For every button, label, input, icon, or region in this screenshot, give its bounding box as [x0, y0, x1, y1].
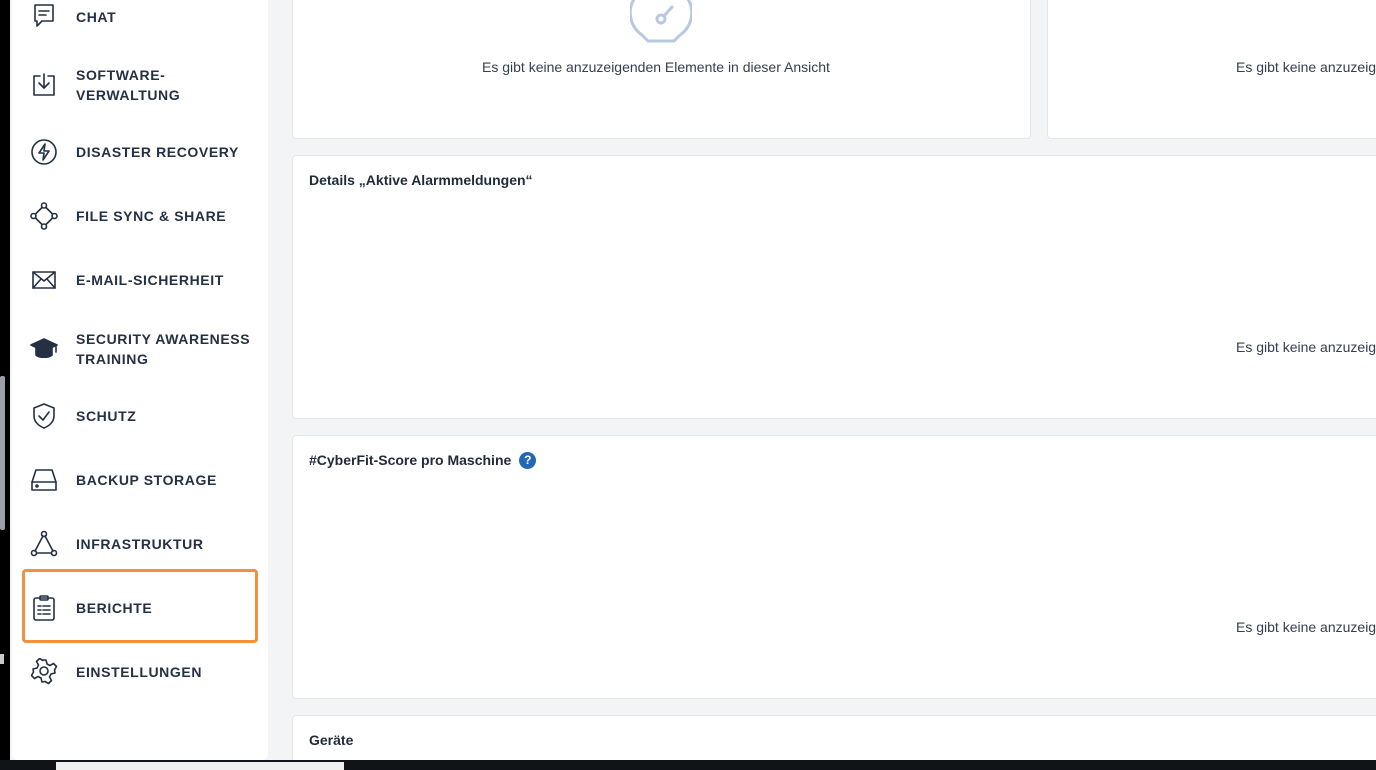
sidebar-item-einstellungen[interactable]: EINSTELLUNGEN — [12, 650, 268, 694]
sidebar-item-software-verwaltung[interactable]: SOFTWARE- VERWALTUNG — [12, 60, 268, 110]
taskbar-item[interactable] — [56, 762, 344, 770]
sidebar-item-security-awareness-training[interactable]: SECURITY AWARENESS TRAINING — [12, 324, 268, 374]
chat-icon — [30, 3, 58, 31]
window-edge-scrollbar[interactable] — [0, 376, 5, 530]
widget-card-active-alarms: Details „Aktive Alarmmeldungen“ Es gibt … — [292, 155, 1376, 419]
empty-state-text: Es gibt keine anzuzeig — [1236, 59, 1376, 75]
sidebar-item-label-line2: VERWALTUNG — [76, 87, 181, 103]
card-title-wrapper: #CyberFit-Score pro Maschine? — [309, 451, 537, 470]
sidebar-item-label-line2: TRAINING — [76, 351, 149, 367]
empty-state-text: Es gibt keine anzuzeigenden Elemente in … — [482, 59, 830, 75]
app-window: CHAT SOFTWARE- VERWALTUNG DISASTER RECOV… — [10, 0, 1376, 760]
sidebar-item-label: DISASTER RECOVERY — [76, 144, 239, 160]
drive-icon — [30, 466, 58, 494]
sidebar-item-chat[interactable]: CHAT — [12, 0, 268, 34]
widget-card-top-left: Es gibt keine anzuzeigenden Elemente in … — [292, 0, 1031, 139]
dashboard-content: Es gibt keine anzuzeigenden Elemente in … — [268, 0, 1376, 760]
sidebar-item-e-mail-sicherheit[interactable]: E-MAIL-SICHERHEIT — [12, 258, 268, 302]
help-icon[interactable]: ? — [519, 451, 537, 469]
card-title: Details „Aktive Alarmmeldungen“ — [309, 172, 533, 188]
card-title: #CyberFit-Score pro Maschine — [309, 452, 512, 468]
envelope-icon — [30, 266, 58, 294]
sidebar-item-disaster-recovery[interactable]: DISASTER RECOVERY — [12, 130, 268, 174]
gear-icon — [30, 658, 58, 686]
sidebar-item-file-sync-share[interactable]: FILE SYNC & SHARE — [12, 194, 268, 238]
sidebar-nav: CHAT SOFTWARE- VERWALTUNG DISASTER RECOV… — [12, 0, 268, 760]
selection-highlight — [22, 569, 258, 643]
speedometer-icon — [628, 0, 694, 43]
sidebar-item-label: BACKUP STORAGE — [76, 472, 217, 488]
window-edge-mark — [0, 654, 4, 664]
empty-state-text: Es gibt keine anzuzeig — [1236, 619, 1376, 635]
software-download-icon — [30, 71, 58, 99]
sidebar-item-label: EINSTELLUNGEN — [76, 664, 203, 680]
sidebar-item-label: E-MAIL-SICHERHEIT — [76, 272, 224, 288]
file-sync-icon — [30, 202, 58, 230]
empty-state-text: Es gibt keine anzuzeig — [1236, 339, 1376, 355]
widget-card-devices: Geräte — [292, 715, 1376, 760]
sidebar-item-label-line1: SECURITY AWARENESS — [76, 331, 251, 347]
sidebar-item-schutz[interactable]: SCHUTZ — [12, 394, 268, 438]
sidebar-item-infrastruktur[interactable]: INFRASTRUKTUR — [12, 522, 268, 566]
card-title: Geräte — [309, 732, 354, 748]
graduation-cap-icon — [30, 335, 58, 363]
sidebar-item-backup-storage[interactable]: BACKUP STORAGE — [12, 458, 268, 502]
sidebar-item-label: CHAT — [76, 9, 117, 25]
sidebar-item-label: FILE SYNC & SHARE — [76, 208, 227, 224]
widget-card-top-right: Es gibt keine anzuzeig — [1047, 0, 1376, 139]
sidebar-item-label: INFRASTRUKTUR — [76, 536, 204, 552]
sidebar-item-label: SCHUTZ — [76, 408, 137, 424]
widget-card-cyberfit-score: #CyberFit-Score pro Maschine? Es gibt ke… — [292, 435, 1376, 699]
network-triangle-icon — [30, 530, 58, 558]
sidebar-item-label-line1: SOFTWARE- — [76, 67, 166, 83]
shield-check-icon — [30, 402, 58, 430]
lightning-icon — [30, 138, 58, 166]
